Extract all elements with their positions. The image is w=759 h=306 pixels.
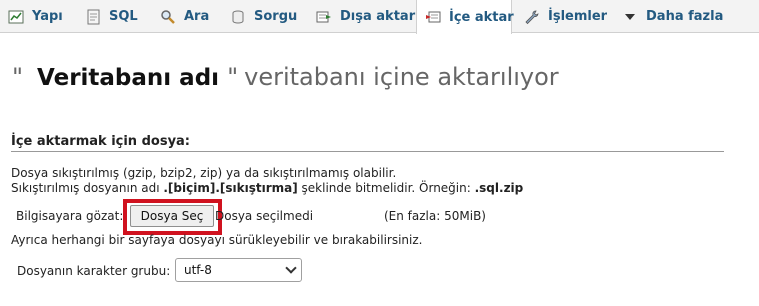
tab-label: İçe aktar	[449, 9, 514, 25]
tab-label: Daha fazla	[646, 9, 724, 24]
import-icon	[425, 9, 441, 25]
filename-format: .[biçim].[sıkıştırma]	[163, 181, 298, 195]
export-icon	[316, 9, 332, 25]
database-name: Veritabanı adı	[37, 65, 220, 91]
tab-more[interactable]: Daha fazla	[622, 0, 723, 33]
charset-select[interactable]: utf-8	[175, 258, 302, 282]
tab-label: Dışa aktar	[340, 9, 416, 24]
tab-sql[interactable]: SQL	[85, 0, 138, 33]
file-upload-row: Bilgisayara gözat: Dosya Seç Dosya seçil…	[16, 199, 736, 235]
tab-label: SQL	[109, 9, 138, 24]
search-icon	[160, 9, 176, 25]
tab-export[interactable]: Dışa aktar	[316, 0, 415, 33]
filename-note-prefix: Sıkıştırılmış dosyanın adı	[11, 181, 164, 195]
chevron-down-icon	[285, 262, 297, 274]
title-open-quote: "	[12, 63, 24, 91]
tab-query[interactable]: Sorgu	[230, 0, 297, 33]
filename-example: .sql.zip	[474, 181, 524, 195]
drag-drop-hint: Ayrıca herhangi bir sayfaya dosyayı sürü…	[11, 233, 423, 247]
title-close-quote: "	[227, 63, 239, 91]
tab-label: İşlemler	[548, 9, 608, 24]
no-file-chosen-text: Dosya seçilmedi	[215, 209, 314, 223]
max-size-text: (En fazla: 50MiB)	[384, 209, 486, 223]
filename-note: Sıkıştırılmış dosyanın adı .[biçim].[sık…	[11, 181, 523, 195]
tab-structure[interactable]: Yapı	[8, 0, 63, 33]
wrench-icon	[524, 9, 540, 25]
query-icon	[230, 9, 246, 25]
caret-down-icon	[622, 9, 638, 25]
page-title: " Veritabanı adı " veritabanı içine akta…	[12, 63, 559, 91]
compression-note: Dosya sıkıştırılmış (gzip, bzip2, zip) y…	[11, 166, 397, 180]
structure-icon	[8, 9, 24, 25]
tab-operations[interactable]: İşlemler	[524, 0, 607, 33]
tab-bar: Yapı SQL Ara Sorgu Dışa aktar İçe aktar	[0, 0, 759, 34]
charset-label: Dosyanın karakter grubu:	[17, 264, 171, 278]
browse-label: Bilgisayara gözat:	[16, 209, 124, 223]
charset-value: utf-8	[184, 263, 212, 277]
filename-note-mid: şeklinde bitmelidir. Örneğin:	[297, 181, 475, 195]
section-divider	[11, 151, 724, 152]
tab-label: Ara	[184, 9, 210, 24]
title-rest: veritabanı içine aktarılıyor	[244, 63, 559, 91]
tab-import[interactable]: İçe aktar	[416, 0, 514, 34]
tab-label: Sorgu	[254, 9, 298, 24]
tab-label: Yapı	[32, 9, 63, 24]
tab-search[interactable]: Ara	[160, 0, 209, 33]
choose-file-button[interactable]: Dosya Seç	[130, 205, 214, 227]
sql-icon	[85, 9, 101, 25]
section-heading: İçe aktarmak için dosya:	[11, 134, 191, 149]
